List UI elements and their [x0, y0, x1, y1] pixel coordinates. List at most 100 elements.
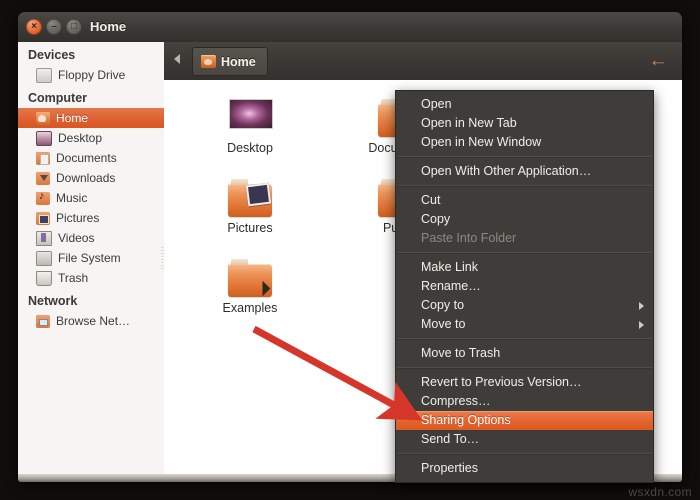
- examples-link-folder-icon: [226, 254, 274, 298]
- menu-item-label: Paste Into Folder: [421, 231, 517, 245]
- menu-item-label: Make Link: [421, 260, 478, 274]
- path-bar: Home ←: [164, 42, 682, 81]
- context-menu[interactable]: Open Open in New Tab Open in New Window Ope…: [395, 90, 654, 483]
- file-item-label: Desktop: [227, 141, 273, 155]
- close-window-button[interactable]: ×: [26, 19, 42, 35]
- sidebar-item-videos[interactable]: Videos: [18, 228, 164, 248]
- menu-separator: [397, 185, 652, 187]
- sidebar-item-music[interactable]: Music: [18, 188, 164, 208]
- menu-item-open-in-new-window[interactable]: Open in New Window: [396, 133, 653, 152]
- menu-item-open[interactable]: Open: [396, 95, 653, 114]
- menu-item-label: Copy to: [421, 298, 465, 312]
- file-system-icon: [36, 250, 52, 266]
- sidebar-item-label: Home: [56, 111, 89, 125]
- sidebar-group-header: Devices: [28, 48, 76, 62]
- menu-item-paste-into-folder: Paste Into Folder: [396, 229, 653, 248]
- places-sidebar[interactable]: Devices Floppy Drive Computer Home Desktop Do…: [18, 42, 165, 474]
- menu-item-label: Open in New Tab: [421, 116, 517, 130]
- menu-item-open-with-other-application[interactable]: Open With Other Application…: [396, 162, 653, 181]
- menu-item-copy-to[interactable]: Copy to: [396, 296, 653, 315]
- file-item[interactable]: Pictures: [196, 174, 304, 235]
- menu-item-label: Copy: [421, 212, 451, 226]
- menu-item-copy[interactable]: Copy: [396, 210, 653, 229]
- menu-item-label: Cut: [421, 193, 441, 207]
- menu-item-make-link[interactable]: Make Link: [396, 258, 653, 277]
- home-folder-icon: [201, 55, 216, 68]
- menu-item-label: Compress…: [421, 394, 491, 408]
- sidebar-group-header: Computer: [28, 91, 88, 105]
- menu-separator: [397, 252, 652, 254]
- window-controls: × – □: [26, 19, 82, 35]
- documents-folder-icon: [36, 151, 50, 165]
- sidebar-item-label: Browse Net…: [56, 314, 131, 328]
- desktop-icon: [36, 130, 52, 146]
- sidebar-item-documents[interactable]: Documents: [18, 148, 164, 168]
- close-icon: ×: [31, 21, 37, 32]
- wallpaper-thumbnail-icon: [226, 94, 274, 138]
- menu-item-label: Move to: [421, 317, 466, 331]
- path-scroll-left-icon[interactable]: [174, 54, 180, 64]
- menu-item-move-to[interactable]: Move to: [396, 315, 653, 334]
- sidebar-item-desktop[interactable]: Desktop: [18, 128, 164, 148]
- menu-item-move-to-trash[interactable]: Move to Trash: [396, 344, 653, 363]
- menu-item-send-to[interactable]: Send To…: [396, 430, 653, 449]
- menu-item-compress[interactable]: Compress…: [396, 392, 653, 411]
- menu-item-label: Open With Other Application…: [421, 164, 592, 178]
- menu-item-revert-to-previous-version[interactable]: Revert to Previous Version…: [396, 373, 653, 392]
- sidebar-item-floppy-drive[interactable]: Floppy Drive: [18, 65, 164, 85]
- window-title: Home: [90, 19, 127, 34]
- music-folder-icon: [36, 190, 50, 205]
- menu-item-label: Sharing Options: [421, 413, 511, 427]
- menu-item-label: Send To…: [421, 432, 480, 446]
- sidebar-item-label: Videos: [58, 231, 95, 245]
- site-watermark: wsxdn.com: [628, 485, 692, 499]
- menu-separator: [397, 453, 652, 455]
- submenu-arrow-icon: [639, 302, 644, 310]
- menu-item-cut[interactable]: Cut: [396, 191, 653, 210]
- sidebar-item-label: Desktop: [58, 131, 103, 145]
- file-item-label: Pictures: [227, 221, 273, 235]
- file-item[interactable]: Desktop: [196, 94, 304, 155]
- floppy-drive-icon: [36, 67, 52, 83]
- sidebar-item-label: Documents: [56, 151, 117, 165]
- maximize-icon: □: [70, 21, 78, 32]
- sidebar-item-label: Music: [56, 191, 88, 205]
- sidebar-item-label: Floppy Drive: [58, 68, 126, 82]
- submenu-arrow-icon: [639, 321, 644, 329]
- sidebar-item-browse-net[interactable]: Browse Net…: [18, 311, 164, 331]
- minimize-window-button[interactable]: –: [46, 19, 62, 35]
- home-folder-icon: [36, 111, 50, 125]
- breadcrumb-home[interactable]: Home: [192, 47, 268, 76]
- sidebar-item-label: Trash: [58, 271, 89, 285]
- sidebar-item-label: Pictures: [56, 211, 100, 225]
- menu-item-rename[interactable]: Rename…: [396, 277, 653, 296]
- pictures-folder-icon: [226, 174, 274, 218]
- file-item-label: Examples: [222, 301, 278, 315]
- menu-item-properties[interactable]: Properties: [396, 459, 653, 478]
- network-browse-icon: [36, 314, 50, 328]
- menu-separator: [397, 338, 652, 340]
- menu-item-label: Properties: [421, 461, 478, 475]
- pictures-folder-icon: [36, 211, 50, 225]
- window-titlebar: × – □ Home: [18, 12, 682, 43]
- menu-item-label: Open in New Window: [421, 135, 542, 149]
- menu-separator: [397, 367, 652, 369]
- trash-icon: [36, 270, 52, 286]
- file-item[interactable]: Examples: [196, 254, 304, 315]
- sidebar-group-header: Network: [28, 294, 78, 308]
- menu-separator: [397, 156, 652, 158]
- downloads-folder-icon: [36, 171, 50, 185]
- sidebar-item-file-system[interactable]: File System: [18, 248, 164, 268]
- menu-item-label: Revert to Previous Version…: [421, 375, 582, 389]
- menu-item-label: Rename…: [421, 279, 481, 293]
- sidebar-item-trash[interactable]: Trash: [18, 268, 164, 288]
- menu-item-open-in-new-tab[interactable]: Open in New Tab: [396, 114, 653, 133]
- back-arrow-icon[interactable]: ←: [648, 51, 668, 70]
- breadcrumb-home-label: Home: [221, 54, 256, 69]
- maximize-window-button[interactable]: □: [66, 19, 82, 35]
- sidebar-item-pictures[interactable]: Pictures: [18, 208, 164, 228]
- menu-item-sharing-options[interactable]: Sharing Options: [396, 411, 653, 430]
- sidebar-item-downloads[interactable]: Downloads: [18, 168, 164, 188]
- minimize-icon: –: [51, 21, 57, 32]
- sidebar-item-home[interactable]: Home: [18, 108, 164, 128]
